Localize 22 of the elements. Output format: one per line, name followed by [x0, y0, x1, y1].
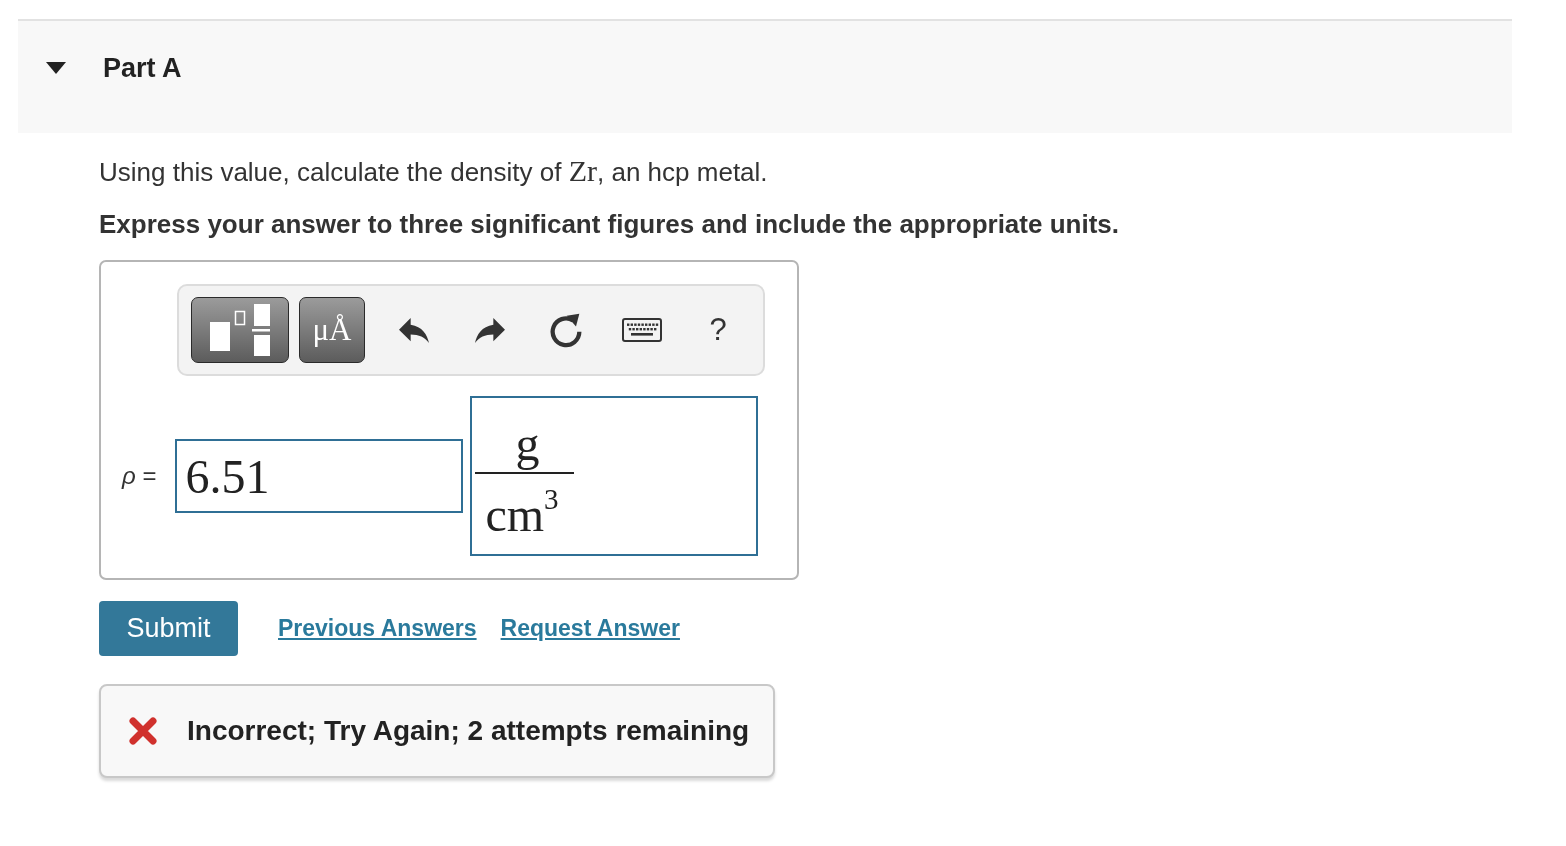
previous-answers-link[interactable]: Previous Answers — [278, 615, 477, 642]
symbols-button[interactable]: μÅ — [299, 297, 365, 363]
unit-denominator: cm$^{3}$ — [475, 472, 574, 541]
keyboard-icon — [622, 318, 662, 342]
part-title: Part A — [103, 52, 182, 85]
units-field[interactable]: g cm$^{3}$ — [470, 396, 759, 556]
templates-icon — [210, 304, 270, 356]
refresh-icon — [550, 312, 582, 348]
help-button[interactable]: ? — [685, 297, 751, 363]
unit-numerator: g — [514, 419, 540, 472]
submit-button[interactable]: Submit — [99, 601, 238, 656]
instruction-text: Express your answer to three significant figures and include the appropriate units. — [99, 208, 1120, 241]
question-text: Using this value, calculate the density of Zr, an hcp metal. — [99, 154, 769, 189]
redo-icon — [475, 317, 505, 343]
undo-icon — [399, 317, 429, 343]
cross-icon — [128, 716, 158, 746]
feedback-message: Incorrect; Try Again; 2 attempts remaining — [187, 715, 750, 747]
request-answer-link[interactable]: Request Answer — [500, 615, 680, 642]
caret-icon[interactable] — [46, 62, 66, 74]
templates-button[interactable] — [191, 297, 289, 363]
answer-input[interactable]: 6.51 — [175, 439, 464, 513]
variable-label: ρ = — [122, 462, 157, 490]
